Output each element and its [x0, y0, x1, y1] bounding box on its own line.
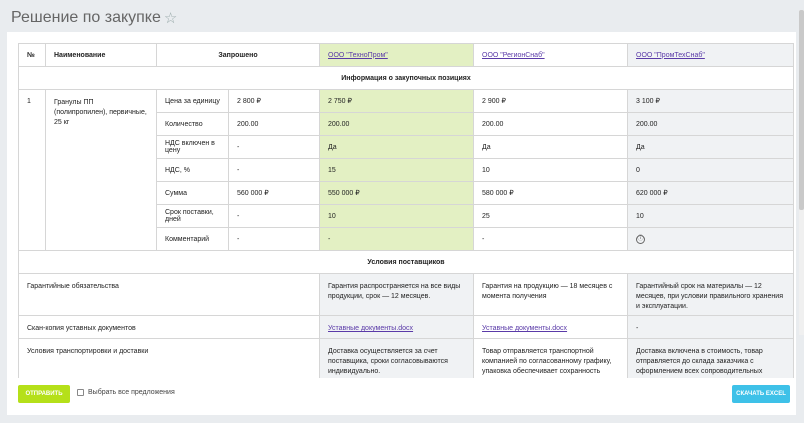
comparison-table-area: № Наименование Запрошено ООО "ТехноПром"…	[18, 43, 804, 378]
requested-value: 560 000 ₽	[227, 181, 321, 205]
supplier-1-value: 550 000 ₽	[319, 181, 475, 205]
star-icon[interactable]: ☆	[164, 9, 177, 27]
supplier-2-value: 10	[473, 158, 629, 182]
select-all-checkbox[interactable]: Выбрать все предложения	[77, 389, 175, 396]
row-label: НДС включен в цену	[156, 135, 229, 159]
section-positions-row: Информация о закупочных позициях	[18, 66, 795, 90]
col-no-header: №	[18, 43, 46, 67]
supplier-3-condition: Гарантийный срок на материалы — 12 месяц…	[627, 273, 795, 316]
supplier-3-value: 620 000 ₽	[627, 181, 795, 205]
condition-label: Условия транспортировки и доставки	[18, 338, 321, 378]
requested-value: -	[227, 227, 321, 251]
decision-card: № Наименование Запрошено ООО "ТехноПром"…	[7, 32, 796, 415]
requested-value: 2 800 ₽	[227, 89, 321, 113]
page-scrollbar[interactable]	[799, 10, 804, 335]
row-label: Комментарий	[156, 227, 229, 251]
header-row: № Наименование Запрошено ООО "ТехноПром"…	[18, 43, 795, 67]
item-name: Гранулы ПП (полипропилен), первичные, 25…	[45, 89, 157, 251]
supplier-1-value: 2 750 ₽	[319, 89, 475, 113]
supplier-1-value: Да	[319, 135, 475, 159]
table-row: Гарантийные обязательства Гарантия распр…	[18, 273, 795, 316]
section-positions-title: Информация о закупочных позициях	[18, 66, 795, 90]
supplier-2-header: ООО "РегионСнаб"	[473, 43, 629, 67]
supplier-1-value: 200.00	[319, 112, 475, 136]
supplier-2-value: -	[473, 227, 629, 251]
row-label: НДС, %	[156, 158, 229, 182]
download-excel-button[interactable]: СКАЧАТЬ EXCEL	[732, 385, 790, 403]
requested-value: -	[227, 135, 321, 159]
requested-value: 200.00	[227, 112, 321, 136]
select-all-label: Выбрать все предложения	[88, 389, 175, 396]
supplier-2-value: 25	[473, 204, 629, 228]
col-requested-header: Запрошено	[155, 43, 321, 67]
section-conditions-title: Условия поставщиков	[18, 250, 795, 274]
row-label: Срок поставки, дней	[156, 204, 229, 228]
condition-label: Гарантийные обязательства	[18, 273, 321, 316]
supplier-1-value: 10	[319, 204, 475, 228]
checkbox-icon[interactable]	[77, 389, 84, 396]
supplier-3-value: 3 100 ₽	[627, 89, 795, 113]
supplier-3-value: 200.00	[627, 112, 795, 136]
supplier-1-condition: Доставка осуществляется за счет поставщи…	[319, 338, 475, 378]
supplier-2-docs: Уставные документы.docx	[473, 315, 629, 339]
supplier-2-value: 200.00	[473, 112, 629, 136]
submit-button[interactable]: ОТПРАВИТЬ	[18, 385, 70, 403]
table-row: Условия транспортировки и доставки Доста…	[18, 338, 795, 378]
scroll-thumb[interactable]	[799, 10, 804, 210]
supplier-1-value: -	[319, 227, 475, 251]
table-row: 1 Гранулы ПП (полипропилен), первичные, …	[18, 89, 795, 251]
supplier-2-condition: Товар отправляется транспортной компание…	[473, 338, 629, 378]
supplier-1-link[interactable]: ООО "ТехноПром"	[328, 52, 388, 59]
section-conditions-row: Условия поставщиков	[18, 250, 795, 274]
page-title: Решение по закупке ☆	[11, 9, 177, 27]
requested-value: -	[227, 158, 321, 182]
comparison-table: № Наименование Запрошено ООО "ТехноПром"…	[18, 43, 795, 378]
supplier-2-value: 2 900 ₽	[473, 89, 629, 113]
supplier-2-link[interactable]: ООО "РегионСнаб"	[482, 52, 545, 59]
supplier-1-condition: Гарантия распространяется на все виды пр…	[319, 273, 475, 316]
supplier-3-docs: -	[627, 315, 795, 339]
requested-value: -	[227, 204, 321, 228]
row-label: Сумма	[156, 181, 229, 205]
row-label: Количество	[156, 112, 229, 136]
supplier-3-link[interactable]: ООО "ПромТехСнаб"	[636, 52, 705, 59]
supplier-1-value: 15	[319, 158, 475, 182]
supplier-2-docs-link[interactable]: Уставные документы.docx	[482, 325, 567, 332]
condition-label: Скан-копия уставных документов	[18, 315, 321, 339]
supplier-2-value: 580 000 ₽	[473, 181, 629, 205]
page-title-text: Решение по закупке	[11, 9, 161, 26]
supplier-3-header: ООО "ПромТехСнаб"	[627, 43, 795, 67]
row-label: Цена за единицу	[156, 89, 229, 113]
table-row: Скан-копия уставных документов Уставные …	[18, 315, 795, 339]
supplier-2-condition: Гарантия на продукцию — 18 месяцев с мом…	[473, 273, 629, 316]
col-name-header: Наименование	[45, 43, 157, 67]
supplier-1-docs-link[interactable]: Уставные документы.docx	[328, 325, 413, 332]
supplier-3-value: 10	[627, 204, 795, 228]
footer: ОТПРАВИТЬ Выбрать все предложения СКАЧАТ…	[7, 382, 796, 415]
supplier-3-value: 0	[627, 158, 795, 182]
supplier-1-docs: Уставные документы.docx	[319, 315, 475, 339]
supplier-3-value: Да	[627, 135, 795, 159]
supplier-3-condition: Доставка включена в стоимость, товар отп…	[627, 338, 795, 378]
item-no: 1	[18, 89, 46, 251]
supplier-2-value: Да	[473, 135, 629, 159]
supplier-3-comment: ⓘ	[627, 227, 795, 251]
supplier-1-header: ООО "ТехноПром"	[319, 43, 475, 67]
info-icon[interactable]: ⓘ	[636, 234, 646, 244]
